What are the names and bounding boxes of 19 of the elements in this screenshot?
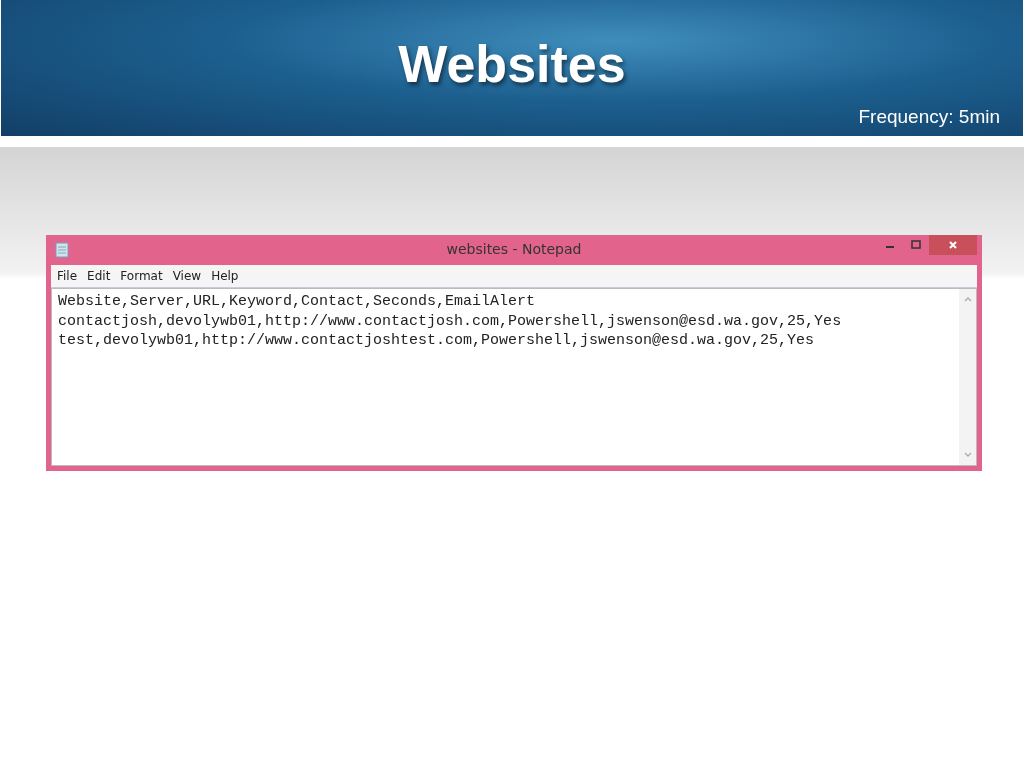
menu-item[interactable]: Format (116, 269, 167, 283)
scroll-down-icon[interactable] (962, 451, 973, 459)
slide-subtitle: Frequency: 5min (858, 106, 1000, 128)
close-button[interactable] (929, 235, 977, 255)
menu-item[interactable]: Edit (83, 269, 115, 283)
slide-title: Websites (398, 38, 626, 90)
scrollbar[interactable] (959, 289, 976, 465)
menu-item[interactable]: View (168, 269, 206, 283)
text-line: Website,Server,URL,Keyword,Contact,Seconds,EmailAlert (58, 292, 537, 312)
notepad-icon (55, 242, 69, 258)
menu-item[interactable]: File (53, 269, 82, 283)
text-line: test,devolywb01,http://www.contactjoshtest.com,Powershell,jswenson@esd.wa.gov,25,Yes (58, 331, 816, 351)
text-line: contactjosh,devolywb01,http://www.contactjosh.com,Powershell,jswenson@esd.wa.gov,25,Yes (58, 311, 843, 331)
maximize-icon (911, 240, 921, 250)
window-title: websites - Notepad (445, 241, 583, 257)
menu-item[interactable]: Help (207, 269, 243, 283)
scroll-up-icon[interactable] (962, 295, 973, 303)
text-area[interactable] (51, 288, 977, 466)
close-icon (948, 240, 958, 250)
